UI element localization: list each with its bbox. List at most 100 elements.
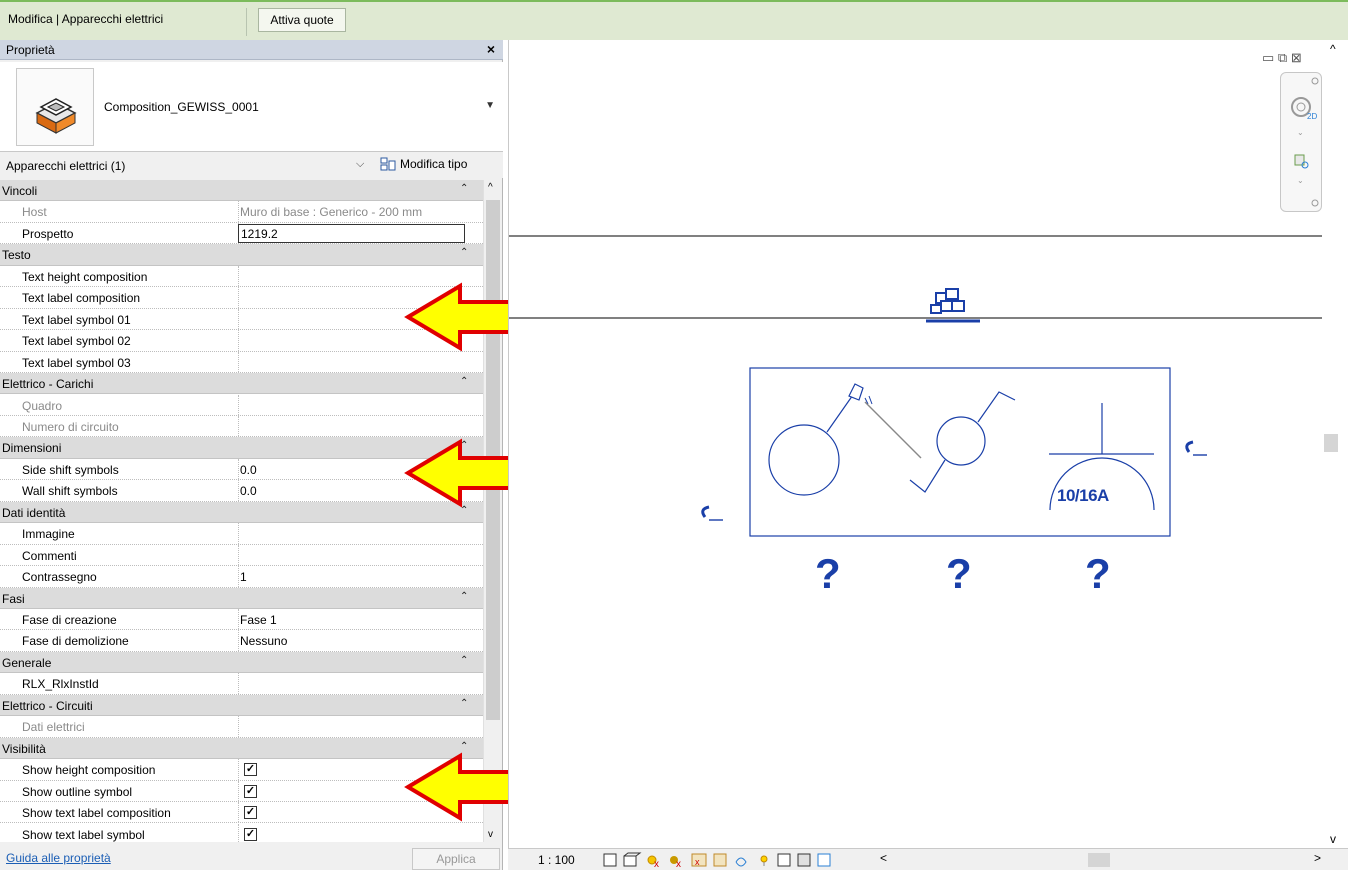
property-row[interactable]: Prospetto 1219.2 (0, 222, 483, 245)
collapse-icon[interactable]: ⌃ (460, 183, 468, 194)
property-group-header[interactable]: Vincoli ⌃ (0, 180, 483, 202)
property-label: RLX_RlxInstId (22, 677, 99, 692)
collapse-icon[interactable]: ⌃ (460, 741, 468, 752)
instance-filter-dropdown[interactable]: Apparecchi elettrici (1) (6, 159, 125, 173)
property-checkbox[interactable]: ✓ (244, 806, 257, 820)
view-vertical-scrollbar[interactable]: ^ v (1322, 40, 1348, 850)
drawing-canvas (509, 235, 1323, 537)
element-marker-icon[interactable] (926, 288, 980, 323)
property-group-header[interactable]: Elettrico - Carichi ⌃ (0, 373, 483, 395)
column-divider (238, 330, 239, 351)
chevron-down-icon[interactable]: ⌵ (356, 158, 364, 171)
view-window-controls: ▭ ⧉ ⊠ (1262, 50, 1302, 66)
property-row[interactable]: Text label symbol 03 (0, 351, 483, 374)
property-label: Wall shift symbols (22, 484, 118, 499)
property-row[interactable]: Fase di demolizione Nessuno (0, 630, 483, 652)
property-value-input[interactable]: 1219.2 (238, 223, 465, 243)
properties-scrollbar[interactable]: ^ v (483, 180, 501, 842)
property-row[interactable]: Contrassegno 1 (0, 566, 483, 588)
collapse-icon[interactable]: ⌃ (460, 247, 468, 258)
edit-type-icon (380, 157, 396, 171)
property-checkbox[interactable]: ✓ (244, 827, 257, 841)
svg-text:⌄: ⌄ (1297, 176, 1304, 185)
restore-icon[interactable]: ⧉ (1278, 50, 1287, 65)
edit-type-button[interactable]: Modifica tipo (380, 156, 500, 176)
close-icon[interactable]: × (487, 41, 495, 57)
property-checkbox[interactable]: ✓ (244, 763, 257, 777)
activate-dimensions-button[interactable]: Attiva quote (258, 8, 346, 32)
property-label: Commenti (22, 548, 77, 563)
group-label: Dati identità (2, 505, 66, 520)
column-divider (238, 265, 239, 287)
chevron-down-icon[interactable]: ▼ (485, 100, 495, 111)
type-name: Composition_GEWISS_0001 (104, 100, 259, 114)
property-row[interactable]: Host Muro di base : Generico - 200 mm (0, 201, 483, 223)
svg-text:x: x (654, 859, 659, 870)
property-row[interactable]: Quadro (0, 394, 483, 416)
property-row[interactable]: Commenti (0, 544, 483, 567)
collapse-icon[interactable]: ⌃ (460, 591, 468, 602)
property-label: Text height composition (22, 269, 148, 284)
property-value[interactable]: Nessuno (240, 634, 287, 648)
rating-label: 10/16A (1057, 486, 1109, 505)
scroll-up-icon[interactable]: ^ (488, 182, 493, 193)
scale-selector[interactable]: 1 : 100 (538, 853, 575, 867)
property-label: Show text label symbol (22, 827, 145, 842)
property-row[interactable]: Show text label symbol ✓ (0, 823, 483, 842)
property-group-header[interactable]: Testo ⌃ (0, 244, 483, 266)
column-divider (238, 351, 239, 373)
property-label: Quadro (22, 398, 63, 413)
column-divider (238, 802, 239, 823)
property-label: Show outline symbol (22, 784, 133, 799)
property-checkbox[interactable]: ✓ (244, 784, 257, 798)
property-value[interactable]: Muro di base : Generico - 200 mm (240, 205, 422, 219)
property-row[interactable]: RLX_RlxInstId (0, 673, 483, 695)
column-divider (238, 201, 239, 222)
scroll-down-icon[interactable]: v (1330, 832, 1336, 846)
scroll-up-icon[interactable]: ^ (1330, 42, 1336, 56)
property-value[interactable]: 0.0 (240, 463, 257, 477)
navigation-bar[interactable]: 2D ⌄ ⌄ (1280, 72, 1322, 212)
property-label: Fase di demolizione (22, 634, 129, 649)
horizontal-scrollbar-thumb[interactable] (1088, 853, 1110, 867)
scroll-left-icon[interactable]: < (880, 851, 887, 865)
drawing-view[interactable]: 10/16A ? ? ? (508, 40, 1348, 848)
column-divider (238, 566, 239, 587)
column-divider (238, 630, 239, 651)
nav-2d-label: 2D (1307, 112, 1317, 121)
column-divider (238, 609, 239, 630)
property-group-header[interactable]: Elettrico - Circuiti ⌃ (0, 694, 483, 717)
apply-button[interactable]: Applica (412, 848, 500, 870)
type-selector[interactable]: Composition_GEWISS_0001 ▼ (0, 62, 503, 152)
property-label: Prospetto (22, 226, 74, 241)
group-label: Elettrico - Circuiti (2, 698, 93, 713)
collapse-icon[interactable]: ⌃ (460, 655, 468, 666)
property-label: Text label symbol 02 (22, 334, 131, 349)
scroll-down-icon[interactable]: v (488, 829, 493, 840)
scrollbar-thumb[interactable] (1324, 434, 1338, 452)
properties-help-link[interactable]: Guida alle proprietà (6, 851, 111, 865)
column-divider (238, 673, 239, 694)
column-divider (238, 394, 239, 415)
property-value[interactable]: 0.0 (240, 484, 257, 498)
context-tab-title: Modifica | Apparecchi elettrici (8, 12, 164, 26)
property-group-header[interactable]: Fasi ⌃ (0, 587, 483, 609)
property-value[interactable]: Fase 1 (240, 613, 277, 627)
property-label: Fase di creazione (22, 613, 117, 627)
scroll-right-icon[interactable]: > (1314, 851, 1321, 865)
column-divider (238, 415, 239, 437)
minimize-icon[interactable]: ▭ (1262, 50, 1274, 65)
family-thumbnail-icon (16, 68, 94, 146)
group-label: Visibilità (2, 741, 46, 756)
column-divider (238, 480, 239, 501)
property-row[interactable]: Dati elettrici (0, 716, 483, 738)
collapse-icon[interactable]: ⌃ (460, 376, 468, 387)
close-view-icon[interactable]: ⊠ (1291, 50, 1302, 65)
property-group-header[interactable]: Generale ⌃ (0, 651, 483, 674)
property-row[interactable]: Numero di circuito (0, 415, 483, 438)
property-row[interactable]: Fase di creazione Fase 1 (0, 609, 483, 631)
property-row[interactable]: Immagine (0, 523, 483, 545)
property-label: Immagine (22, 527, 75, 542)
property-value[interactable]: 1 (240, 570, 247, 584)
collapse-icon[interactable]: ⌃ (460, 698, 468, 709)
